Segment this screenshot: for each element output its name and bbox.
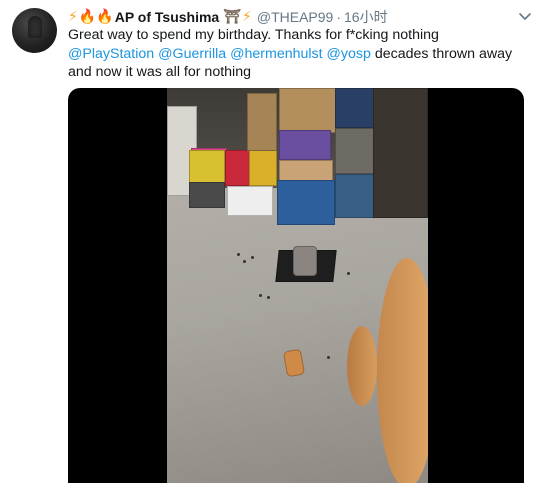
video-scene-debris — [347, 272, 350, 275]
tweet-timestamp[interactable]: 16小时 — [344, 7, 388, 27]
mention-link[interactable]: @hermenhulst — [230, 46, 322, 62]
lightning-icon: ⚡ — [242, 9, 252, 25]
video-scene-box — [249, 150, 277, 186]
video-scene-debris — [243, 260, 246, 263]
video-scene-box — [227, 186, 273, 216]
video-scene-box — [225, 150, 251, 186]
author-handle[interactable]: @THEAP99 — [257, 9, 333, 25]
video-scene-debris — [237, 253, 240, 256]
video-scene-box — [189, 182, 225, 208]
video-scene-box — [279, 88, 337, 133]
author-name[interactable]: ⚡ 🔥🔥 AP of Tsushima ⛩ ⚡ — [68, 9, 253, 25]
video-scene-box — [335, 174, 375, 218]
avatar-figure — [28, 16, 42, 38]
video-frame — [167, 88, 428, 483]
tweet-text-line: Great way to spend my birthday. Thanks f… — [68, 27, 439, 43]
author-display-name: AP of Tsushima — [114, 9, 220, 25]
fire-icon: 🔥🔥 — [78, 9, 114, 25]
tweet-text-fragment: decades thrown away — [370, 45, 513, 62]
tweet-text: Great way to spend my birthday. Thanks f… — [68, 26, 538, 82]
video-scene-box — [277, 180, 335, 225]
mention-link[interactable]: @PlayStation — [68, 46, 154, 62]
video-scene-object — [293, 246, 317, 276]
video-scene-box — [335, 128, 375, 174]
lightning-icon: ⚡ — [68, 9, 78, 25]
mention-link[interactable]: @Guerrilla — [158, 46, 226, 62]
separator-dot: · — [336, 9, 341, 25]
video-scene-debris — [267, 296, 270, 299]
video-scene-box — [189, 150, 225, 184]
chevron-down-icon[interactable] — [516, 8, 534, 26]
tweet-text-line: @PlayStation @Guerrilla @hermenhulst @yo… — [68, 45, 538, 64]
user-avatar[interactable] — [12, 8, 57, 53]
video-player[interactable] — [68, 88, 524, 483]
video-scene-door — [377, 258, 428, 483]
video-scene-debris — [327, 356, 330, 359]
video-scene-box — [247, 93, 277, 151]
tweet-header: ⚡ 🔥🔥 AP of Tsushima ⛩ ⚡ @THEAP99 · 16小时 — [68, 6, 534, 28]
video-scene-box — [279, 130, 331, 160]
video-scene-debris — [259, 294, 262, 297]
tweet-text-line: and now it was all for nothing — [68, 64, 251, 80]
video-scene-debris — [251, 256, 254, 259]
mention-link[interactable]: @yosp — [327, 46, 371, 62]
shrine-icon: ⛩ — [223, 9, 242, 25]
video-scene-door — [347, 326, 377, 406]
tweet: ⚡ 🔥🔥 AP of Tsushima ⛩ ⚡ @THEAP99 · 16小时 … — [0, 0, 548, 483]
video-scene-box — [373, 88, 428, 218]
video-scene-box — [279, 160, 333, 182]
